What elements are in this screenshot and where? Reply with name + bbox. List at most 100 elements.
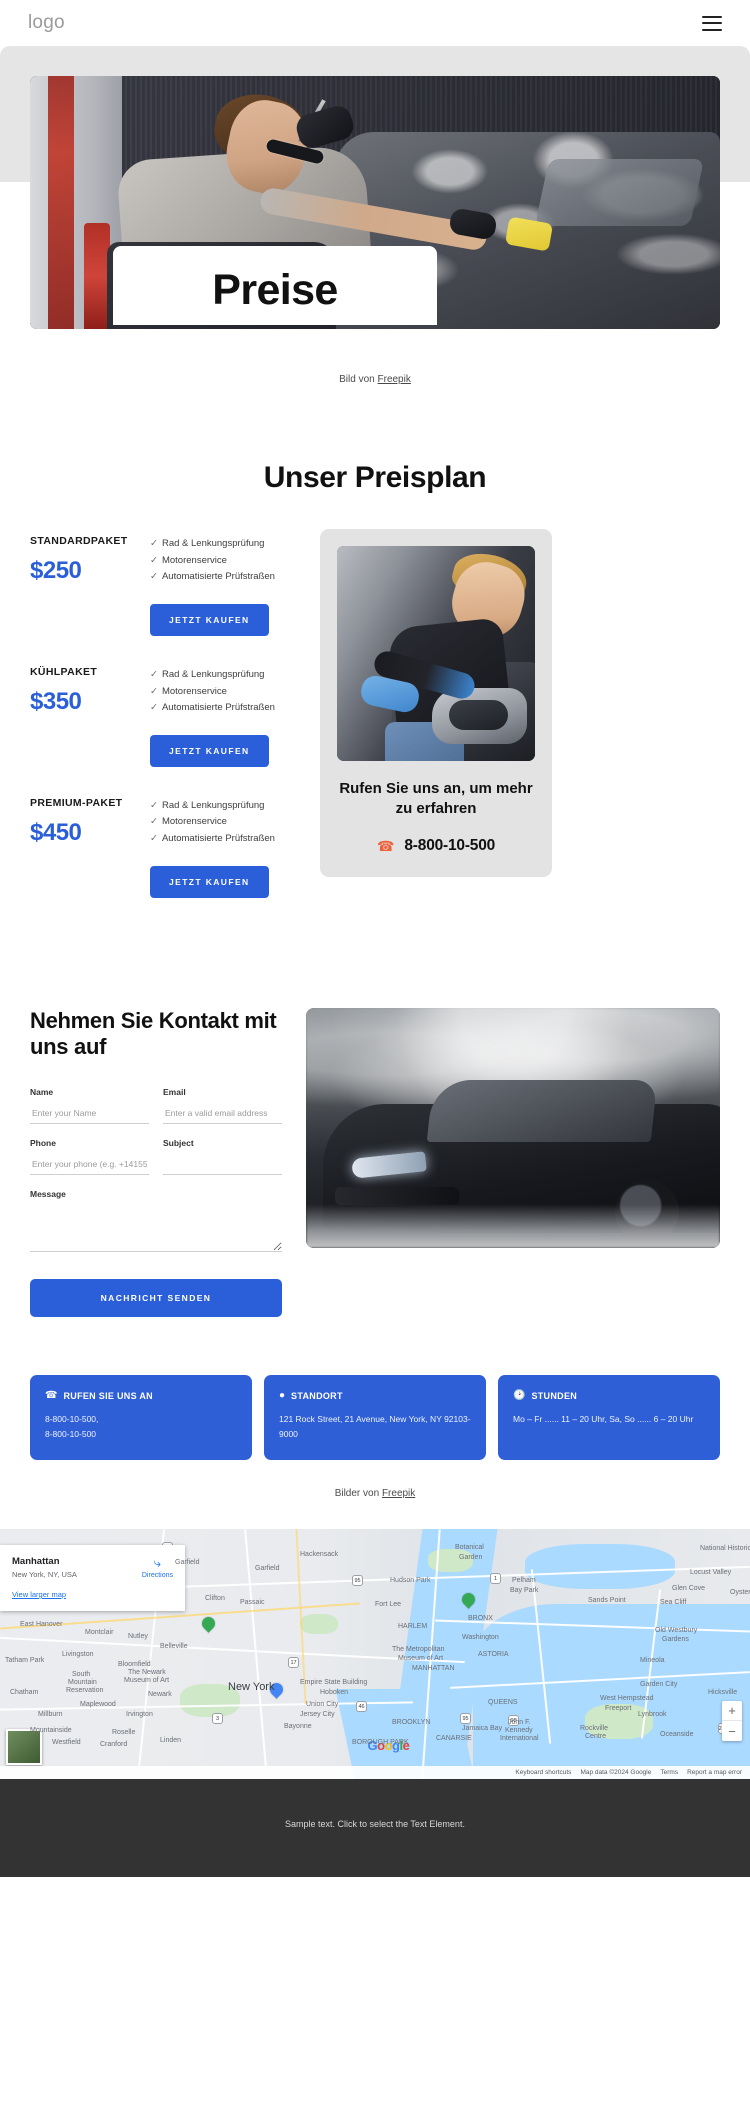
- info-card-title: STUNDEN: [531, 1391, 578, 1402]
- map-label: Mountainside: [30, 1727, 72, 1735]
- images-credit-link-freepik[interactable]: Freepik: [382, 1488, 415, 1499]
- map-label: Montclair: [85, 1629, 114, 1637]
- map-label: Hoboken: [320, 1689, 349, 1697]
- site-header: logo: [0, 0, 750, 46]
- footer-text[interactable]: Sample text. Click to select the Text El…: [285, 1819, 465, 1829]
- map-label: HARLEM: [398, 1623, 428, 1631]
- contact-form: Name Email Phone Subject Message: [30, 1087, 282, 1271]
- send-message-button[interactable]: NACHRICHT SENDEN: [30, 1279, 282, 1318]
- map-label: Reservation: [66, 1687, 104, 1695]
- phone-input[interactable]: [30, 1156, 149, 1176]
- plan-price: $250: [30, 557, 82, 584]
- map-label: Mountain: [68, 1679, 97, 1687]
- hamburger-menu-icon[interactable]: [702, 15, 722, 31]
- credit-prefix: Bild von: [339, 374, 378, 385]
- map-place-title: Manhattan: [12, 1556, 60, 1568]
- check-icon: ✓: [150, 833, 158, 844]
- map-directions-button[interactable]: ⤷ Directions: [142, 1556, 173, 1579]
- map-label: Garfield: [255, 1565, 280, 1573]
- map-label: Chatham: [10, 1689, 39, 1697]
- plan-feature: ✓ Automatisierte Prüfstraßen: [150, 702, 275, 714]
- map-label: Rockville: [580, 1725, 609, 1733]
- field-subject: Subject: [163, 1138, 282, 1176]
- map-label: Museum of Art: [398, 1655, 444, 1663]
- pricing-section-title: Unser Preisplan: [263, 461, 487, 494]
- pricing-plan: STANDARDPAKET $250 ✓ Rad & Lenkungsprüfun…: [30, 535, 292, 636]
- map-label: Maplewood: [80, 1701, 116, 1709]
- info-card-body: 8-800-10-500, 8-800-10-500: [45, 1414, 99, 1440]
- contact-heading: Nehmen Sie Kontakt mit uns auf: [30, 1007, 277, 1060]
- info-card-title: RUFEN SIE UNS AN: [63, 1391, 153, 1402]
- field-message: Message: [30, 1189, 282, 1257]
- map-label: Locust Valley: [690, 1569, 732, 1577]
- info-card-hours[interactable]: 🕑 STUNDEN Mo – Fr ...... 11 – 20 Uhr, Sa…: [498, 1375, 720, 1461]
- call-us-card: Rufen Sie uns an, um mehr zu erfahren ☎ …: [320, 529, 552, 877]
- map-label: Lynbrook: [638, 1711, 667, 1719]
- map-info-card: Manhattan New York, NY, USA ⤷ Directions…: [0, 1545, 185, 1612]
- map-label: East Hanover: [20, 1621, 63, 1629]
- map-label: Gardens: [662, 1636, 689, 1644]
- map-label: Bayonne: [284, 1723, 312, 1731]
- phone-label: Phone: [30, 1138, 56, 1149]
- map-label: Garden City: [640, 1681, 678, 1689]
- map-label: QUEENS: [488, 1699, 518, 1707]
- logo[interactable]: logo: [28, 12, 65, 34]
- call-us-phone-number[interactable]: 8-800-10-500: [404, 837, 495, 855]
- buy-now-button[interactable]: JETZT KAUFEN: [150, 603, 269, 636]
- map-zoom-out-button[interactable]: −: [722, 1721, 742, 1741]
- plan-feature: ✓ Rad & Lenkungsprüfung: [150, 799, 265, 811]
- map-terms-link[interactable]: Terms: [660, 1769, 678, 1776]
- info-card-location[interactable]: ● STANDORT 121 Rock Street, 21 Avenue, N…: [264, 1375, 486, 1461]
- phone-icon: ☎: [376, 837, 395, 854]
- map-label: Linden: [160, 1737, 182, 1745]
- plan-name: PREMIUM-PAKET: [30, 796, 123, 809]
- buy-now-button[interactable]: JETZT KAUFEN: [150, 865, 269, 898]
- subject-input[interactable]: [163, 1156, 282, 1176]
- directions-arrow-icon: ⤷: [153, 1555, 162, 1571]
- hero-image-credit: Bild von Freepik: [0, 374, 750, 385]
- plan-feature: ✓ Motorenservice: [150, 554, 227, 566]
- message-textarea[interactable]: [30, 1205, 282, 1253]
- car-wash-photo: [306, 1007, 720, 1248]
- map-label: Livingston: [62, 1651, 94, 1659]
- info-card-call[interactable]: ☎ RUFEN SIE UNS AN 8-800-10-500, 8-800-1…: [30, 1375, 252, 1461]
- location-pin-icon: ●: [279, 1390, 286, 1402]
- google-map[interactable]: 46 95 1 17 46 3 95 95 25A 46 Google Manh…: [0, 1529, 750, 1780]
- check-icon: ✓: [150, 571, 158, 583]
- map-label: CANARSIE: [436, 1735, 472, 1743]
- map-label: National Historic: [700, 1545, 750, 1553]
- info-card-body: Mo – Fr ...... 11 – 20 Uhr, Sa, So .....…: [513, 1414, 694, 1425]
- buy-now-button[interactable]: JETZT KAUFEN: [150, 734, 269, 767]
- map-label: Centre: [585, 1733, 607, 1741]
- images-credit-prefix: Bilder von: [334, 1488, 382, 1500]
- map-label: Newark: [148, 1691, 172, 1699]
- map-directions-label: Directions: [141, 1572, 173, 1580]
- map-view-larger-link[interactable]: View larger map: [12, 1590, 173, 1599]
- field-email: Email: [163, 1087, 282, 1125]
- contact-section: Nehmen Sie Kontakt mit uns auf Name Emai…: [0, 1007, 750, 1318]
- map-data-attribution: Map data ©2024 Google: [580, 1769, 652, 1777]
- map-place-subtitle: New York, NY, USA: [12, 1570, 77, 1580]
- map-label: West Hempstead: [600, 1695, 654, 1703]
- call-us-phone-row[interactable]: ☎ 8-800-10-500: [337, 837, 535, 855]
- field-name: Name: [30, 1087, 149, 1125]
- hero-section: Preise Bild von Freepik: [0, 46, 750, 385]
- map-street-view-thumbnail[interactable]: [6, 1729, 42, 1766]
- map-zoom-controls[interactable]: + −: [722, 1701, 742, 1742]
- check-icon: ✓: [150, 554, 158, 566]
- check-icon: ✓: [150, 685, 158, 697]
- map-keyboard-shortcuts[interactable]: Keyboard shortcuts: [515, 1769, 571, 1776]
- name-input[interactable]: [30, 1105, 149, 1125]
- map-zoom-in-button[interactable]: +: [722, 1701, 742, 1722]
- call-us-title: Rufen Sie uns an, um mehr zu erfahren: [339, 780, 533, 818]
- pricing-plan: KÜHLPAKET $350 ✓ Rad & Lenkungsprüfung ✓ M…: [30, 666, 292, 767]
- map-label: John F.: [508, 1719, 531, 1727]
- map-report-error-link[interactable]: Report a map error: [687, 1769, 742, 1776]
- mechanic-interior-image: [337, 546, 535, 761]
- map-label: BOROUGH PARK: [352, 1739, 409, 1747]
- email-input[interactable]: [163, 1105, 282, 1125]
- map-label: Museum of Art: [124, 1677, 170, 1685]
- message-label: Message: [30, 1189, 66, 1200]
- map-label: The Metropolitan: [392, 1646, 445, 1654]
- credit-link-freepik[interactable]: Freepik: [378, 374, 411, 385]
